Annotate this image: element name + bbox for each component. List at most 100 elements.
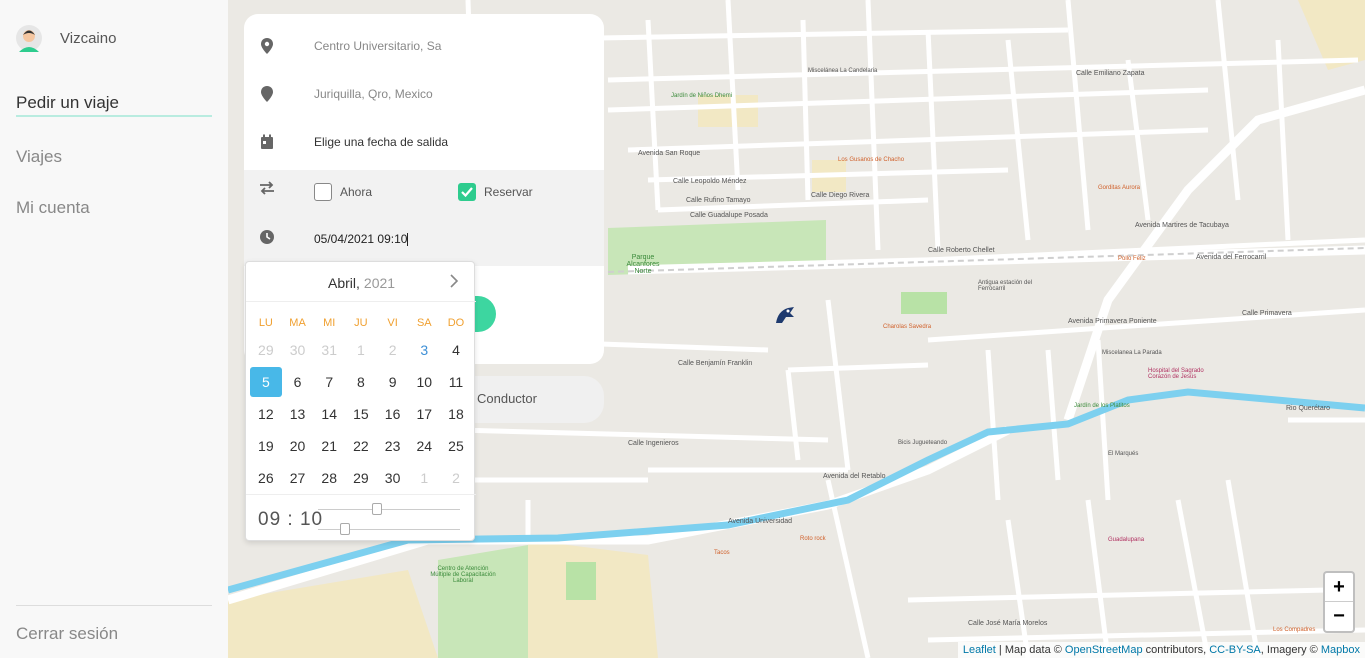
- map-poi-label: Jardín de Niños Dhemi: [671, 93, 733, 99]
- map-street-label: Calle Primavera: [1242, 310, 1292, 317]
- osm-link[interactable]: OpenStreetMap: [1065, 644, 1143, 656]
- hour-slider[interactable]: [318, 503, 460, 515]
- date-field[interactable]: Elige una fecha de salida: [314, 135, 448, 149]
- calendar-header: Abril, 2021: [246, 262, 476, 302]
- map-attribution: Leaflet | Map data © OpenStreetMap contr…: [957, 642, 1365, 658]
- calendar-day[interactable]: 22: [345, 438, 377, 454]
- map-poi-label: Jardín de los Platitos: [1074, 403, 1130, 409]
- attribution-text: , Imagery ©: [1260, 644, 1321, 656]
- map-street-label: Calle Rufino Tamayo: [686, 197, 751, 204]
- calendar-day[interactable]: 30: [282, 342, 314, 358]
- nav-trips[interactable]: Viajes: [16, 147, 62, 167]
- calendar-day[interactable]: 19: [250, 438, 282, 454]
- map-street-label: Calle Leopoldo Méndez: [673, 178, 747, 185]
- mapbox-link[interactable]: Mapbox: [1321, 644, 1360, 656]
- minute-slider[interactable]: [318, 523, 460, 535]
- week-row: 29 30 31 1 2 3 4: [250, 334, 474, 366]
- map-street-label: Calle Benjamín Franklin: [678, 360, 753, 367]
- calendar-day[interactable]: 29: [250, 342, 282, 358]
- calendar-day[interactable]: 16: [377, 406, 409, 422]
- calendar-day[interactable]: 7: [313, 374, 345, 390]
- minute-slider-handle[interactable]: [340, 523, 351, 535]
- time-picker: 09 : 10: [246, 494, 476, 542]
- calendar-day[interactable]: 26: [250, 470, 282, 486]
- calendar-day[interactable]: 14: [313, 406, 345, 422]
- calendar-day[interactable]: 3: [408, 342, 440, 358]
- calendar-day-selected[interactable]: 5: [250, 367, 282, 397]
- date-row[interactable]: Elige una fecha de salida: [244, 118, 604, 166]
- calendar-day[interactable]: 9: [377, 374, 409, 390]
- origin-row[interactable]: Centro Universitario, Sa: [244, 22, 604, 70]
- calendar-day[interactable]: 2: [377, 342, 409, 358]
- map-street-label: Calle Diego Rivera: [811, 192, 870, 199]
- calendar-day[interactable]: 8: [345, 374, 377, 390]
- calendar-day[interactable]: 21: [313, 438, 345, 454]
- calendar-icon: [259, 134, 275, 150]
- attribution-text: | Map data ©: [995, 644, 1065, 656]
- zoom-in-button[interactable]: +: [1325, 573, 1353, 602]
- calendar-day[interactable]: 6: [282, 374, 314, 390]
- reserve-checkbox[interactable]: [458, 183, 476, 201]
- map-poi-label: Parque Alcanfores Norte: [626, 254, 660, 275]
- divider: [16, 605, 212, 606]
- time-display: 09 : 10: [258, 509, 324, 530]
- reserve-label: Reservar: [484, 185, 533, 199]
- trip-options: Ahora Reservar 05/04/2021 09:10: [244, 170, 604, 266]
- map-poi-label: Los Compadres: [1273, 627, 1316, 633]
- calendar-day[interactable]: 30: [377, 470, 409, 486]
- user-profile[interactable]: Vizcaino: [16, 22, 116, 54]
- driver-label: Conductor: [477, 391, 537, 406]
- calendar-day[interactable]: 2: [440, 470, 472, 486]
- calendar-grid: LU MA MI JU VI SA DO 29 30 31 1 2 3 4 5 …: [250, 312, 474, 494]
- calendar-day[interactable]: 15: [345, 406, 377, 422]
- calendar-day[interactable]: 25: [440, 438, 472, 454]
- calendar-day[interactable]: 24: [408, 438, 440, 454]
- map-street-label: Rio Querétaro: [1286, 405, 1330, 412]
- calendar-day[interactable]: 29: [345, 470, 377, 486]
- nav-request-trip[interactable]: Pedir un viaje: [16, 93, 212, 117]
- calendar-day[interactable]: 18: [440, 406, 472, 422]
- calendar-day[interactable]: 28: [313, 470, 345, 486]
- calendar-day[interactable]: 27: [282, 470, 314, 486]
- map-street-label: Avenida Martires de Tacubaya: [1135, 222, 1229, 229]
- now-checkbox[interactable]: [314, 183, 332, 201]
- weekday-label: MA: [289, 317, 306, 329]
- sidebar: Vizcaino Pedir un viaje Viajes Mi cuenta…: [0, 0, 228, 658]
- calendar-day[interactable]: 31: [313, 342, 345, 358]
- map-street-label: Avenida Primavera Poniente: [1068, 318, 1157, 325]
- calendar-day[interactable]: 23: [377, 438, 409, 454]
- date-picker: Abril, 2021 LU MA MI JU VI SA DO 29 30 31…: [245, 261, 476, 542]
- map-poi-label: Roto rock: [800, 536, 826, 542]
- origin-input[interactable]: Centro Universitario, Sa: [314, 39, 441, 53]
- datetime-input[interactable]: 05/04/2021 09:10: [314, 232, 409, 247]
- calendar-day[interactable]: 1: [345, 342, 377, 358]
- zoom-out-button[interactable]: −: [1325, 602, 1353, 631]
- calendar-day[interactable]: 11: [440, 374, 472, 390]
- map-poi-label: Los Gusanos de Chacho: [838, 157, 905, 163]
- month-label: Abril,: [328, 275, 360, 291]
- license-link[interactable]: CC-BY-SA: [1209, 644, 1261, 656]
- leaflet-link[interactable]: Leaflet: [963, 644, 996, 656]
- weekday-label: MI: [323, 317, 336, 329]
- calendar-month: Abril, 2021: [328, 275, 395, 291]
- calendar-day[interactable]: 13: [282, 406, 314, 422]
- location-pin-icon: [259, 86, 275, 102]
- map-poi-label: Centro de Atención Múltiple de Capacitac…: [430, 566, 496, 584]
- destination-input[interactable]: Juriquilla, Qro, Mexico: [314, 87, 433, 101]
- calendar-day[interactable]: 10: [408, 374, 440, 390]
- calendar-day[interactable]: 1: [408, 470, 440, 486]
- calendar-day[interactable]: 17: [408, 406, 440, 422]
- logout-link[interactable]: Cerrar sesión: [16, 624, 118, 644]
- map-poi-label: Tacos: [714, 550, 730, 556]
- calendar-day[interactable]: 12: [250, 406, 282, 422]
- hour-slider-handle[interactable]: [372, 503, 383, 515]
- map-poi-label: Hospital del Sagrado Corazón de Jesús: [1148, 368, 1204, 380]
- map-poi-label: Charolas Savedra: [883, 324, 932, 330]
- nav-account[interactable]: Mi cuenta: [16, 198, 90, 218]
- chevron-right-icon[interactable]: [449, 273, 459, 294]
- year-label[interactable]: 2021: [364, 275, 395, 291]
- user-name: Vizcaino: [60, 29, 117, 47]
- calendar-day[interactable]: 4: [440, 342, 472, 358]
- destination-row[interactable]: Juriquilla, Qro, Mexico: [244, 70, 604, 118]
- calendar-day[interactable]: 20: [282, 438, 314, 454]
